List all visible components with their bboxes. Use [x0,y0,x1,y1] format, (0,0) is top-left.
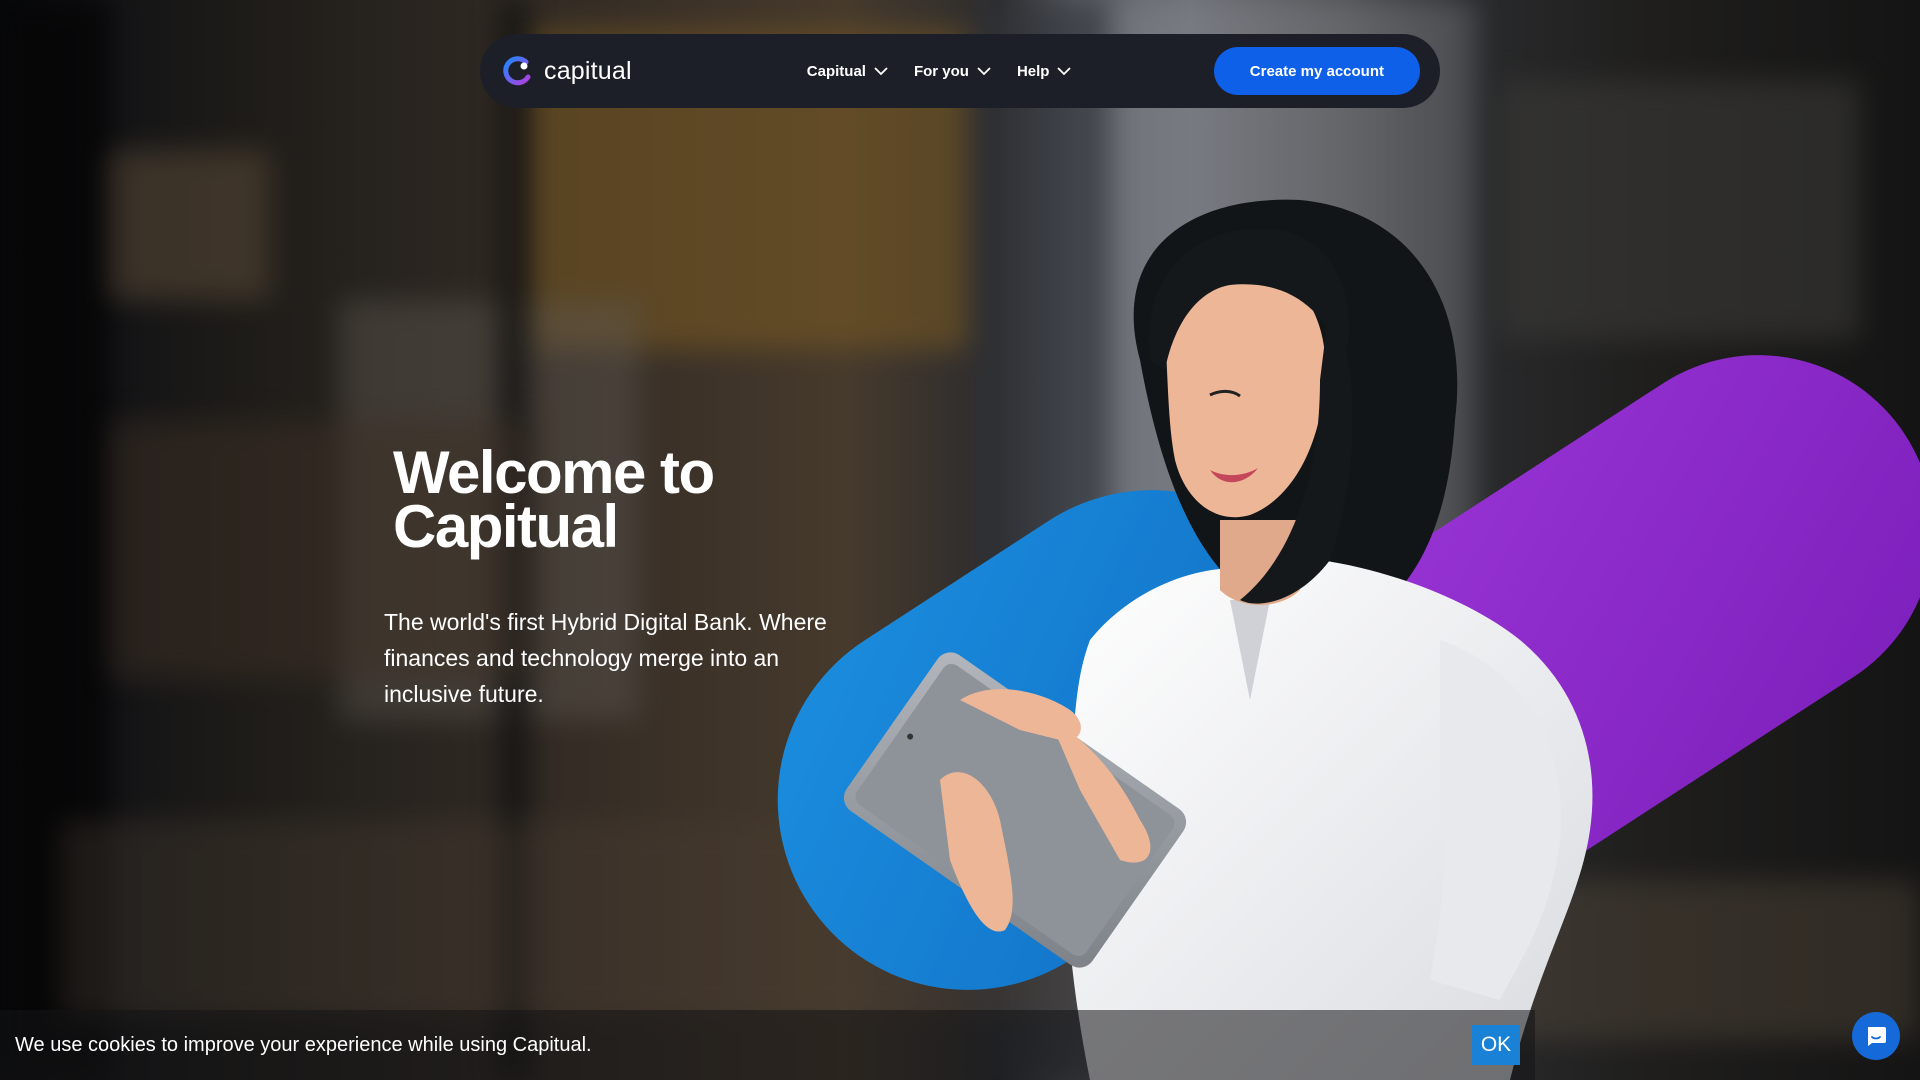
cookie-ok-button[interactable]: OK [1472,1025,1520,1065]
menu-item-capitual[interactable]: Capitual [807,63,888,80]
cookie-banner: We use cookies to improve your experienc… [0,1010,1535,1080]
cookie-message: We use cookies to improve your experienc… [15,1033,592,1056]
brand-logo[interactable]: capitual [500,53,632,89]
chat-launcher-button[interactable] [1852,1012,1900,1060]
hero-title: Welcome to Capitual [393,443,715,557]
chevron-down-icon [1057,66,1072,75]
chevron-down-icon [874,66,888,75]
capitual-logo-icon [503,56,531,86]
menu-item-label: Capitual [806,62,866,80]
brand-name: capitual [544,56,632,85]
menu-item-help[interactable]: Help [1017,63,1072,80]
menu-item-label: Help [1016,62,1050,80]
chevron-down-icon [977,66,991,75]
menu-item-label: For you [913,62,969,80]
hero-background [0,0,1920,1080]
main-menu: Capitual For you Help [807,63,1072,80]
hero-subtitle: The world's first Hybrid Digital Bank. W… [384,609,827,707]
top-navigation: capitual Capitual For you Help Create my… [480,34,1440,108]
chat-bubble-icon [1868,1027,1886,1046]
create-account-button[interactable]: Create my account [1213,47,1420,95]
menu-item-for-you[interactable]: For you [914,63,991,80]
hero-title-line-2: Capitual [393,493,619,560]
